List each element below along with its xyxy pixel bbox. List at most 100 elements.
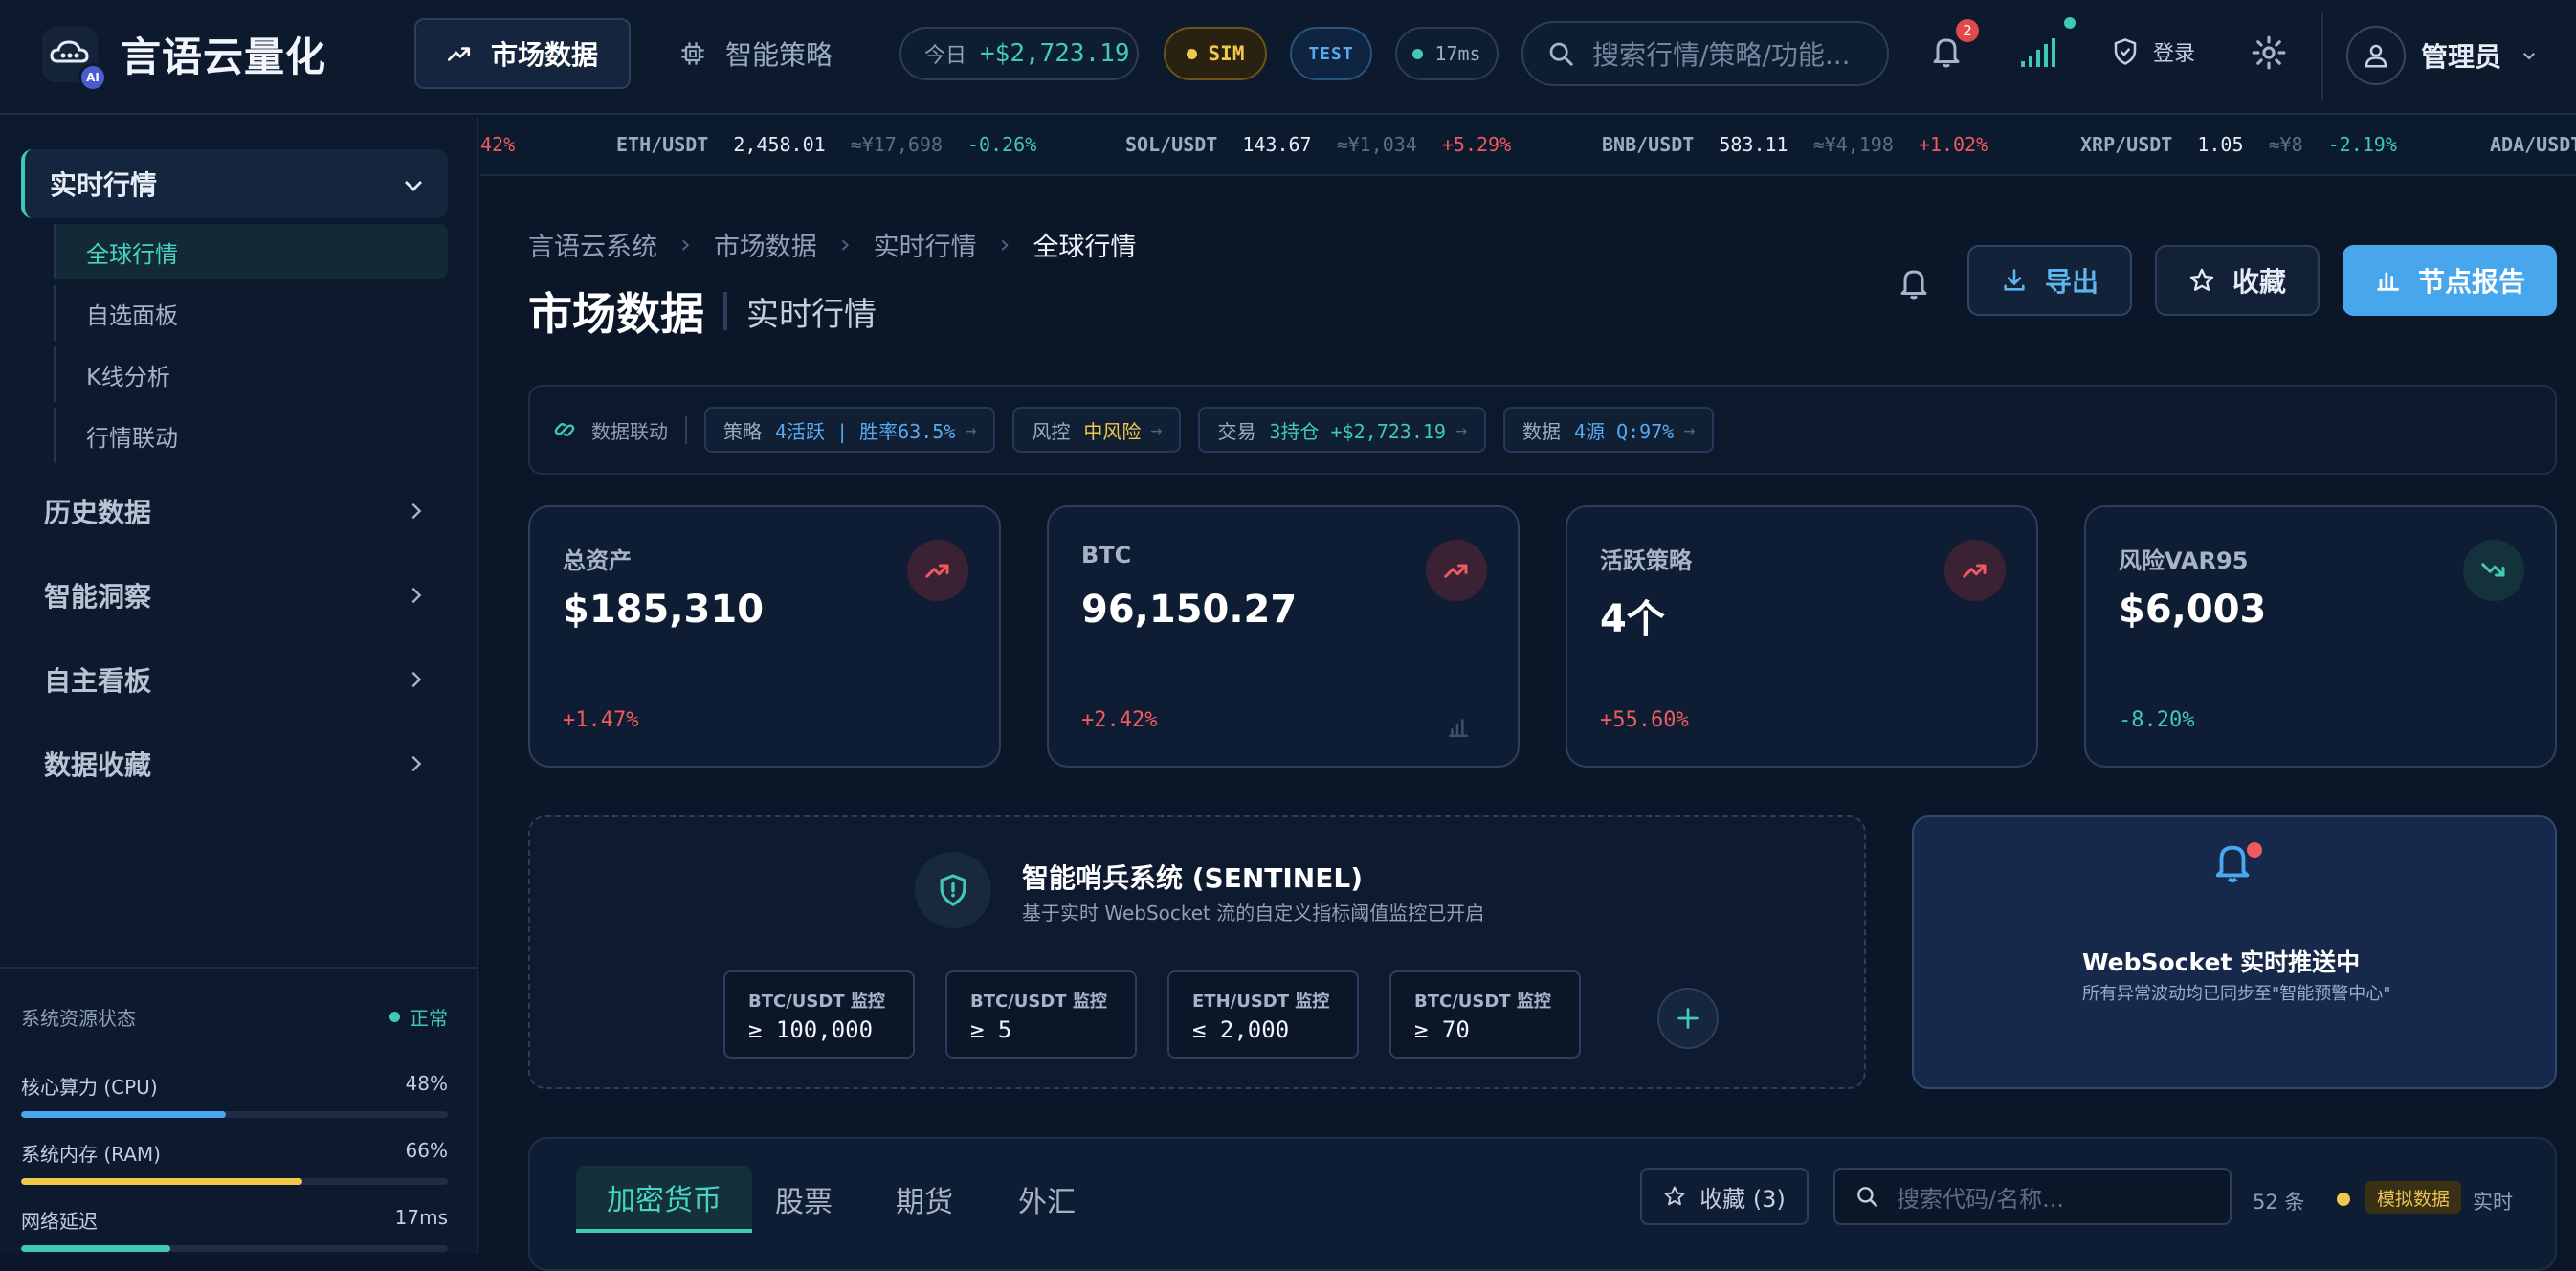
live-dot — [2247, 842, 2262, 858]
data-linkage-bar: 数据联动 策略 4活跃 | 胜率63.5% → 风控 中风险 → 交易 3持仓 +$2,7… — [528, 385, 2557, 475]
login-button[interactable]: 登录 — [2111, 36, 2195, 67]
chip-key: 风控 — [1032, 419, 1071, 443]
user-icon — [2365, 44, 2387, 68]
breadcrumb-item[interactable]: 市场数据 — [714, 226, 817, 263]
user-name: 管理员 — [2421, 41, 2502, 73]
sidebar-group-dashboard[interactable]: 自主看板 — [44, 660, 427, 699]
global-search-input[interactable]: 搜索行情/策略/功能... — [1521, 21, 1889, 86]
ai-badge: AI — [78, 62, 107, 92]
settings-gear-icon[interactable] — [2251, 34, 2287, 71]
ticker-item[interactable]: ADA/USDT — [2490, 133, 2576, 156]
notification-count: 2 — [1956, 19, 1979, 42]
favorite-button[interactable]: 收藏 — [2155, 245, 2320, 316]
monitor-card[interactable]: ETH/USDT 监控 ≤ 2,000 — [1167, 970, 1359, 1059]
nav-market-data[interactable]: 市场数据 — [414, 18, 631, 89]
report-label: 节点报告 — [2417, 266, 2525, 298]
resources-header: 系统资源状态 正常 — [21, 1003, 448, 1031]
ticker-change: +1.02% — [1918, 133, 1988, 156]
monitor-card[interactable]: BTC/USDT 监控 ≥ 70 — [1389, 970, 1581, 1059]
kpi-card-total-assets[interactable]: 总资产 $185,310 +1.47% — [528, 505, 1001, 768]
trending-down-icon — [2463, 540, 2524, 601]
resource-ram: 系统内存 (RAM) 66% — [21, 1139, 448, 1185]
tab-forex[interactable]: 外汇 — [988, 1166, 1106, 1233]
markets-panel: 加密货币 股票 期货 外汇 收藏 (3) 搜索代码/名称... 52 条 模拟数… — [528, 1137, 2557, 1271]
nav-strategy[interactable]: 智能策略 — [649, 18, 863, 89]
sidebar-item-watchlist[interactable]: 自选面板 — [54, 285, 448, 341]
sidebar-group-insight[interactable]: 智能洞察 — [44, 576, 427, 614]
breadcrumb-item[interactable]: 言语云系统 — [528, 226, 657, 263]
bar-chart-icon — [2377, 272, 2399, 291]
kpi-label: BTC — [1081, 542, 1132, 569]
resource-label: 核心算力 (CPU) — [21, 1076, 158, 1099]
realtime-label[interactable]: 实时 — [2473, 1187, 2513, 1215]
monitor-card[interactable]: BTC/USDT 监控 ≥ 5 — [945, 970, 1137, 1059]
sidebar-group-label: 历史数据 — [44, 497, 152, 528]
chevron-down-icon — [405, 181, 422, 191]
ticker-cny: ≈¥4,198 — [1812, 133, 1894, 156]
kpi-label: 活跃策略 — [1600, 547, 1692, 574]
tab-futures[interactable]: 期货 — [865, 1166, 984, 1233]
chip-key: 交易 — [1217, 419, 1256, 443]
ticker-change: +5.29% — [1441, 133, 1512, 156]
sidebar-group-label: 智能洞察 — [44, 581, 152, 613]
progress-fill — [21, 1245, 171, 1252]
alert-bell-icon[interactable] — [1897, 264, 1931, 302]
resource-label: 网络延迟 — [21, 1210, 98, 1233]
monitor-card[interactable]: BTC/USDT 监控 ≥ 100,000 — [723, 970, 915, 1059]
sim-badge[interactable]: SIM — [1164, 27, 1267, 80]
add-monitor-button[interactable] — [1657, 988, 1719, 1049]
resource-value: 17ms — [394, 1206, 448, 1229]
websocket-status-card[interactable]: WebSocket 实时推送中 所有异常波动均已同步至"智能预警中心" — [1912, 815, 2557, 1089]
system-resources: 系统资源状态 正常 核心算力 (CPU) 48% 系统内存 (RAM) 66% 网络… — [0, 967, 477, 1254]
ticker-item[interactable]: XRP/USDT 1.05 ≈¥8 -2.19% — [2080, 133, 2397, 156]
node-report-button[interactable]: 节点报告 — [2343, 245, 2557, 316]
ticker-pair: BNB/USDT — [1602, 133, 1695, 156]
sidebar-group-collection[interactable]: 数据收藏 — [44, 745, 427, 783]
test-badge[interactable]: TEST — [1290, 27, 1372, 80]
symbol-search-input[interactable]: 搜索代码/名称... — [1833, 1168, 2232, 1225]
export-button[interactable]: 导出 — [1967, 245, 2132, 316]
sidebar-group-history[interactable]: 历史数据 — [44, 492, 427, 530]
chip-value: 3持仓 +$2,723.19 — [1269, 419, 1446, 443]
signal-strength-icon[interactable] — [2019, 36, 2057, 69]
mini-bar-chart-icon[interactable] — [1445, 714, 1472, 739]
trending-up-icon — [1426, 540, 1487, 601]
favorite-label: 收藏 — [2232, 266, 2286, 298]
ticker-change: -0.26% — [966, 133, 1037, 156]
kpi-card-btc[interactable]: BTC 96,150.27 +2.42% — [1047, 505, 1520, 768]
latency-badge: 17ms — [1395, 27, 1499, 80]
sidebar-item-global[interactable]: 全球行情 — [54, 224, 448, 279]
ticker-item[interactable]: ETH/USDT 2,458.01 ≈¥17,698 -0.26% — [616, 133, 1036, 156]
progress-track — [21, 1111, 448, 1118]
ticker-item[interactable]: BNB/USDT 583.11 ≈¥4,198 +1.02% — [1602, 133, 1988, 156]
tab-stocks[interactable]: 股票 — [744, 1166, 863, 1233]
sidebar-item-linkage[interactable]: 行情联动 — [54, 408, 448, 463]
ticker-pair: SOL/USDT — [1125, 133, 1218, 156]
monitor-condition: ≥ 100,000 — [748, 1016, 874, 1043]
resource-value: 66% — [405, 1139, 448, 1162]
kpi-card-active-strategies[interactable]: 活跃策略 4个 +55.60% — [1566, 505, 2038, 768]
ticker-item[interactable]: 42% — [480, 133, 515, 156]
sidebar-group-label: 数据收藏 — [44, 749, 152, 781]
ticker-item[interactable]: SOL/USDT 143.67 ≈¥1,034 +5.29% — [1125, 133, 1511, 156]
chip-key: 数据 — [1522, 419, 1562, 443]
sidebar-item-kline[interactable]: K线分析 — [54, 346, 448, 402]
breadcrumb-item[interactable]: 实时行情 — [874, 226, 977, 263]
linkage-chip-data[interactable]: 数据 4源 Q:97% → — [1503, 407, 1715, 453]
user-menu[interactable]: 管理员 — [2346, 21, 2555, 90]
sidebar-group-realtime[interactable]: 实时行情 — [21, 149, 448, 218]
linkage-chip-trade[interactable]: 交易 3持仓 +$2,723.19 → — [1198, 407, 1487, 453]
ticker-cny: ≈¥8 — [2268, 133, 2303, 156]
kpi-card-risk-var[interactable]: 风险VAR95 $6,003 -8.20% — [2084, 505, 2557, 768]
tab-crypto[interactable]: 加密货币 — [576, 1166, 752, 1233]
linkage-chip-strategy[interactable]: 策略 4活跃 | 胜率63.5% → — [704, 407, 996, 453]
linkage-chip-risk[interactable]: 风控 中风险 → — [1012, 407, 1182, 453]
today-pnl[interactable]: 今日 +$2,723.19 — [899, 27, 1139, 80]
monitor-name: ETH/USDT 监控 — [1192, 992, 1330, 1012]
ticker-pair: ADA/USDT — [2490, 133, 2576, 156]
page-subtitle: 实时行情 — [746, 295, 877, 334]
brand[interactable]: AI 言语云量化 — [42, 25, 326, 92]
chip-key: 策略 — [723, 419, 762, 443]
export-label: 导出 — [2044, 266, 2099, 298]
favorites-filter-button[interactable]: 收藏 (3) — [1640, 1168, 1809, 1225]
